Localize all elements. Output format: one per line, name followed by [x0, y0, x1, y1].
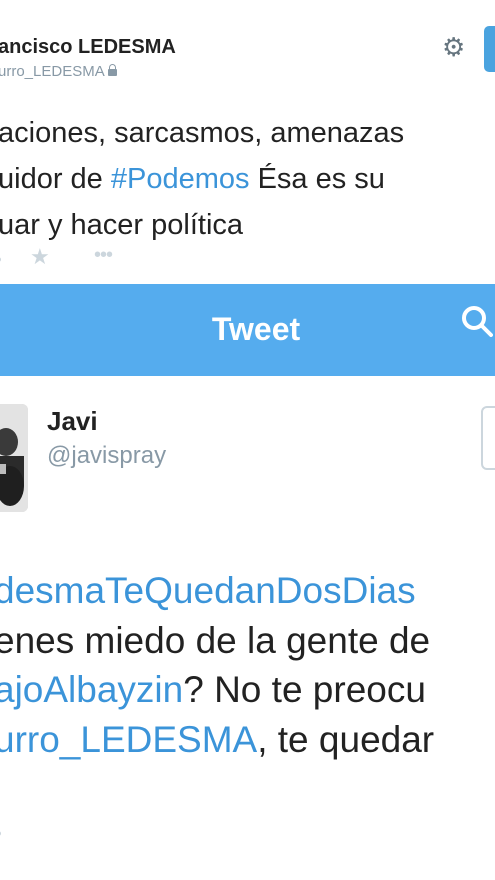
tweet-line-3: uar y hacer política [0, 209, 244, 241]
original-tweet: ancisco LEDESMA urro_LEDESMA ⚙ aciones, … [0, 0, 495, 284]
reply-tweet: Javi @javispray desmaTeQuedanDosDias ene… [0, 376, 495, 880]
hashtag-link[interactable]: desmaTeQuedanDosDias [0, 566, 495, 616]
header-title: Tweet [211, 311, 301, 347]
mention-link[interactable]: urro_LEDESMA [0, 719, 257, 760]
tweet-line-1: aciones, sarcasmos, amenazas [0, 117, 405, 149]
tweet-text-segment: , te quedar [257, 718, 435, 760]
follow-button[interactable] [481, 406, 495, 470]
more-icon[interactable]: ••• [94, 245, 113, 265]
follow-button[interactable] [484, 26, 495, 72]
gear-icon[interactable]: ⚙ [442, 34, 465, 60]
lock-icon [107, 64, 117, 76]
app-header: Tweet [0, 284, 495, 376]
action-icon[interactable] [0, 257, 1, 262]
tweet-line: urro_LEDESMA, te quedar [0, 715, 495, 765]
avatar-image [0, 404, 28, 512]
tweet-text-segment: uidor de [0, 163, 111, 195]
author-handle[interactable]: urro_LEDESMA [0, 63, 105, 80]
action-icon[interactable] [0, 831, 1, 836]
author-name[interactable]: ancisco LEDESMA [0, 36, 176, 59]
author-handle-row: urro_LEDESMA [0, 63, 117, 80]
mention-link[interactable]: ajoAlbayzin [0, 669, 183, 710]
tweet-text: desmaTeQuedanDosDias enes miedo de la ge… [0, 566, 495, 764]
user-handle[interactable]: @javispray [47, 442, 166, 470]
tweet-text-segment: ? No te preocu [183, 669, 426, 710]
hashtag-link[interactable]: #Podemos [111, 163, 250, 195]
tweet-line-2: uidor de #Podemos Ésa es su [0, 156, 495, 202]
tweet-text: aciones, sarcasmos, amenazas uidor de #P… [0, 110, 495, 248]
search-icon[interactable] [461, 305, 493, 337]
star-icon[interactable]: ★ [30, 246, 50, 268]
tweet-line: enes miedo de la gente de [0, 619, 431, 661]
user-name[interactable]: Javi [47, 406, 98, 437]
avatar[interactable] [0, 404, 28, 512]
tweet-text-segment: Ésa es su [249, 163, 385, 195]
tweet-line: ajoAlbayzin? No te preocu [0, 665, 495, 715]
